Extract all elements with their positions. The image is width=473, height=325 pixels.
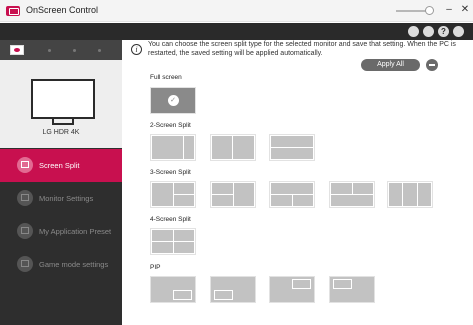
top-toolbar: ?: [0, 23, 473, 40]
layout-option-pip-bottom-right[interactable]: [150, 276, 196, 303]
sidebar-item-label: Game mode settings: [39, 260, 109, 269]
section-title-pip: PIP: [150, 264, 161, 271]
layout-pane: [417, 182, 432, 207]
layout-option-pip-top-left[interactable]: [329, 276, 375, 303]
layout-pane: [151, 182, 174, 207]
layout-pane: [232, 135, 255, 160]
help-icon[interactable]: ?: [438, 26, 449, 37]
layout-option-full-screen[interactable]: ✓: [150, 87, 196, 114]
pip-window: [214, 290, 233, 300]
cursor-icon[interactable]: [408, 26, 419, 37]
layout-option-pip-bottom-left[interactable]: [210, 276, 256, 303]
section-title-2-screen: 2-Screen Split: [150, 122, 191, 129]
layout-pane: [233, 182, 255, 207]
monitor-slot-dot[interactable]: [48, 49, 51, 52]
monitor-slot-dot[interactable]: [98, 49, 101, 52]
screen-split-glyph: [21, 161, 29, 168]
window-title: OnScreen Control: [26, 5, 99, 15]
section-title-4-screen: 4-Screen Split: [150, 216, 191, 223]
screen-split-panel: i You can choose the screen split type f…: [122, 40, 473, 325]
layout-option-3-split-left-wide[interactable]: [150, 181, 196, 208]
layout-pane: [292, 194, 314, 207]
layout-pane: [183, 135, 195, 160]
layout-pane: [151, 135, 184, 160]
pip-window: [333, 279, 352, 289]
monitor-preview: LG HDR 4K: [0, 60, 122, 148]
layout-pane: [388, 182, 403, 207]
layout-pane: [270, 147, 314, 160]
section-title-3-screen: 3-Screen Split: [150, 169, 191, 176]
layout-option-3-split-bottom-wide[interactable]: [329, 181, 375, 208]
minimize-button[interactable]: –: [442, 2, 456, 18]
info-icon: i: [131, 44, 142, 55]
application-preset-glyph: [21, 227, 29, 234]
pip-window: [173, 290, 192, 300]
sidebar-item-label: Screen Split: [39, 161, 80, 170]
brightness-slider-handle[interactable]: [425, 6, 434, 15]
pip-window: [292, 279, 311, 289]
sidebar-item-label: My Application Preset: [39, 227, 112, 236]
layout-option-2-split-right-narrow[interactable]: [150, 134, 196, 161]
check-icon: ✓: [167, 95, 179, 106]
info-text: You can choose the screen split type for…: [148, 41, 456, 57]
monitor-icon: [31, 79, 95, 119]
display-icon[interactable]: [423, 26, 434, 37]
layout-option-3-split-columns[interactable]: [387, 181, 433, 208]
sidebar-item-screen-split[interactable]: Screen Split: [0, 149, 122, 182]
app-logo-icon: [6, 6, 20, 16]
layout-pane: [211, 194, 234, 207]
layout-option-2-split-vertical[interactable]: [210, 134, 256, 161]
layout-pane: [270, 194, 293, 207]
monitor-slot-dot[interactable]: [73, 49, 76, 52]
close-button[interactable]: ✕: [458, 2, 472, 18]
layout-pane: [330, 194, 374, 207]
layout-pane: [402, 182, 418, 207]
layout-option-3-split-top-wide[interactable]: [269, 181, 315, 208]
monitor-settings-glyph: [21, 194, 29, 201]
settings-icon[interactable]: [453, 26, 464, 37]
layout-option-3-split-right-wide[interactable]: [210, 181, 256, 208]
monitor-stand: [52, 119, 74, 125]
layout-option-pip-top-right[interactable]: [269, 276, 315, 303]
layout-pane: [211, 135, 233, 160]
sidebar: LG HDR 4K Screen Split Monitor Settings …: [0, 40, 122, 325]
section-title-full-screen: Full screen: [150, 74, 182, 81]
sidebar-item-monitor-settings[interactable]: Monitor Settings: [0, 182, 122, 215]
monitor-selector: [0, 40, 122, 60]
title-bar: OnScreen Control – ✕: [0, 0, 473, 22]
layout-option-4-split-grid[interactable]: [150, 228, 196, 255]
monitor-selected-icon[interactable]: [10, 45, 24, 55]
reset-icon[interactable]: [426, 59, 438, 71]
monitor-name: LG HDR 4K: [42, 129, 80, 136]
layout-pane: [151, 241, 174, 254]
layout-option-2-split-horizontal[interactable]: [269, 134, 315, 161]
layout-pane: [173, 194, 195, 207]
sidebar-item-application-preset[interactable]: My Application Preset: [0, 215, 122, 248]
sidebar-item-label: Monitor Settings: [39, 194, 94, 203]
apply-all-button[interactable]: Apply All: [361, 59, 420, 71]
gamepad-glyph: [21, 260, 29, 267]
layout-pane: [173, 241, 195, 254]
sidebar-item-game-mode[interactable]: Game mode settings: [0, 248, 122, 281]
